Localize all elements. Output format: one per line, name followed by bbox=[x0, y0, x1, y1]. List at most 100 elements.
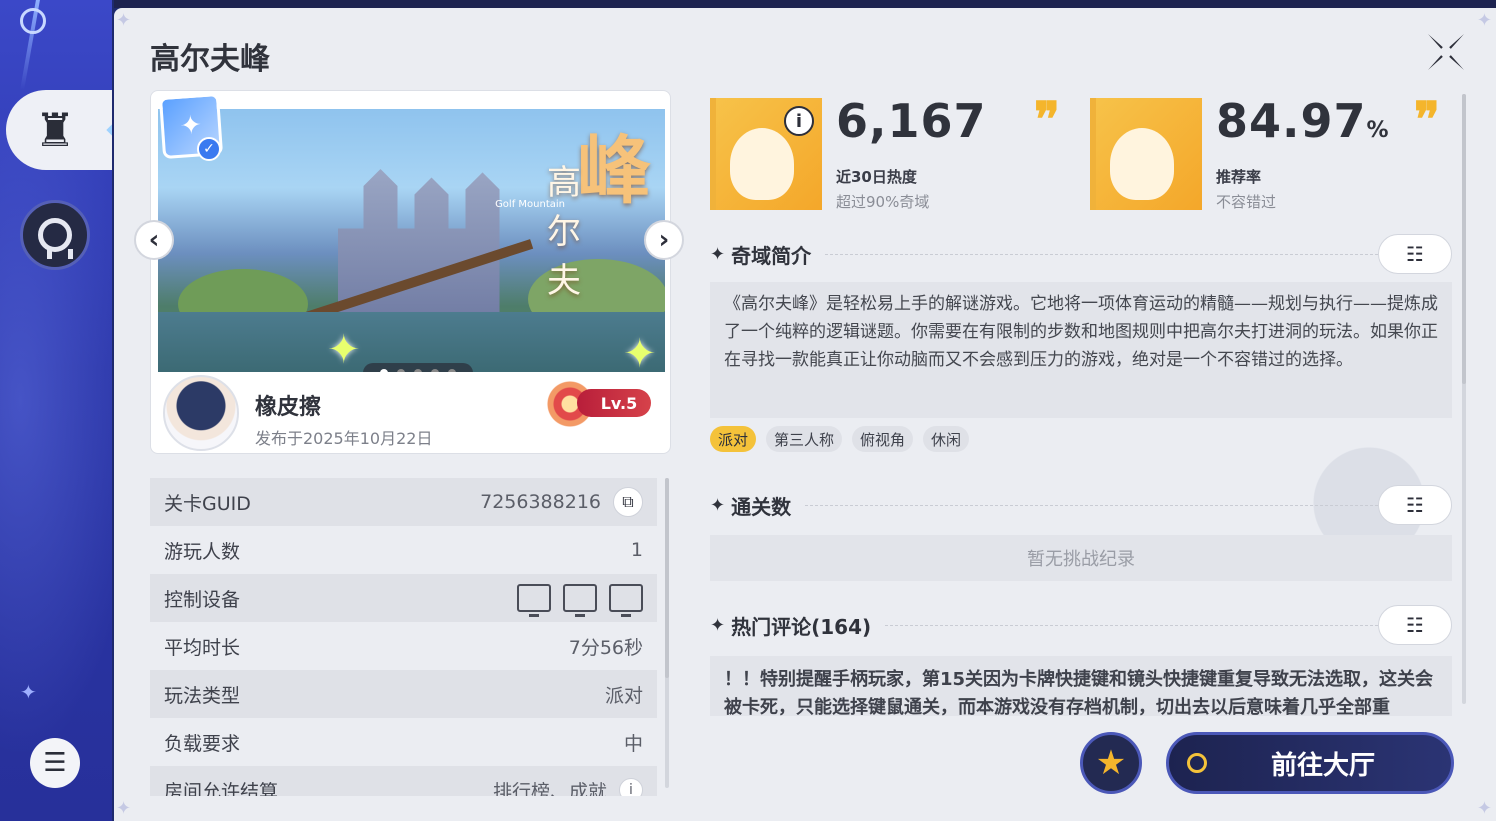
heat-info-button[interactable]: i bbox=[784, 106, 814, 136]
hamburger-icon: ☰ bbox=[43, 748, 67, 778]
level-detail-panel: ✦ ✦ ✦ ✦ 高尔夫峰 高尔夫 峰 Golf Mountain ✦ ✓ ✦ ✦… bbox=[114, 8, 1496, 821]
section-star-icon: ✦ bbox=[710, 614, 726, 636]
author-level: Lv.5 bbox=[577, 389, 651, 417]
section-clears-title: 通关数 bbox=[731, 494, 792, 519]
info-key: 玩法类型 bbox=[164, 684, 241, 707]
carousel-next-button[interactable]: › bbox=[644, 220, 684, 260]
rating-label: 推荐率 bbox=[1216, 168, 1262, 186]
sidebar: ♜ ✦ ☰ bbox=[0, 0, 112, 821]
section-intro-title: 奇域简介 bbox=[731, 243, 812, 268]
info-row-genre: 玩法类型 派对 bbox=[150, 670, 657, 718]
section-comments-header: ✦ 热门评论(164) bbox=[710, 605, 1452, 645]
info-row-players: 游玩人数 1 bbox=[150, 526, 657, 574]
rating-number: 84.97 bbox=[1216, 94, 1367, 148]
star-icon: ★ bbox=[1095, 743, 1127, 783]
level-info-table: 关卡GUID 7256388216 ⧉ 游玩人数 1 控制设备 平均时长 7分5… bbox=[150, 478, 657, 796]
thumbs-up-icon bbox=[1110, 128, 1174, 200]
rating-value: 84.97% bbox=[1216, 94, 1390, 148]
go-to-lobby-button[interactable]: 前往大厅 bbox=[1166, 732, 1454, 794]
cover-image[interactable]: 高尔夫 峰 Golf Mountain bbox=[158, 109, 665, 372]
cover-logo-big: 峰 bbox=[577, 128, 651, 214]
carousel-dot[interactable] bbox=[414, 369, 422, 372]
section-divider bbox=[805, 504, 1438, 506]
touch-icon bbox=[563, 584, 597, 617]
hot-comment[interactable]: ！！特别提醒手柄玩家，第15关因为卡牌快捷键和镜头快捷键重复导致无法选取，这关会… bbox=[710, 656, 1452, 716]
tag[interactable]: 第三人称 bbox=[766, 426, 843, 452]
filter-list-icon: ☷ bbox=[1406, 242, 1424, 266]
copy-guid-button[interactable]: ⧉ bbox=[613, 487, 643, 517]
chess-rook-icon: ♜ bbox=[34, 103, 76, 157]
info-key: 房间允许结算 bbox=[164, 780, 279, 797]
clears-filter-button[interactable]: ☷ bbox=[1378, 485, 1452, 525]
ring-icon bbox=[1187, 753, 1207, 773]
quote-icon: ❞ bbox=[1414, 92, 1440, 148]
info-value: 7256388216 bbox=[480, 491, 601, 513]
info-key: 负载要求 bbox=[164, 732, 241, 755]
info-value: 1 bbox=[630, 539, 643, 561]
author-avatar[interactable] bbox=[163, 375, 239, 451]
carousel-dot[interactable] bbox=[397, 369, 405, 372]
info-row-devices: 控制设备 bbox=[150, 574, 657, 622]
info-row-guid: 关卡GUID 7256388216 ⧉ bbox=[150, 478, 657, 526]
carousel-dot[interactable] bbox=[431, 369, 439, 372]
info-row-avg-time: 平均时长 7分56秒 bbox=[150, 622, 657, 670]
author-name[interactable]: 橡皮擦 bbox=[255, 389, 321, 421]
tag[interactable]: 俯视角 bbox=[852, 426, 914, 452]
carousel-dots bbox=[363, 363, 473, 372]
check-icon: ✓ bbox=[197, 137, 221, 161]
info-row-settlement: 房间允许结算 排行榜、成就 i bbox=[150, 766, 657, 796]
corner-star-icon: ✦ bbox=[116, 798, 132, 819]
corner-star-icon: ✦ bbox=[1476, 10, 1492, 31]
heat-value: 6,167 bbox=[836, 94, 987, 148]
tag[interactable]: 派对 bbox=[710, 426, 757, 452]
filter-list-icon: ☷ bbox=[1406, 493, 1424, 517]
info-key: 关卡GUID bbox=[164, 492, 251, 515]
carousel-dot[interactable] bbox=[380, 369, 388, 372]
rating-unit: % bbox=[1366, 118, 1390, 143]
tag-list: 派对 第三人称 俯视角 休闲 bbox=[710, 426, 970, 452]
info-key: 控制设备 bbox=[164, 588, 241, 611]
chevron-right-icon: › bbox=[658, 225, 670, 255]
author-level-badge: Lv.5 bbox=[547, 381, 657, 427]
heat-sub: 超过90%奇域 bbox=[836, 193, 930, 211]
heat-icon: i bbox=[710, 98, 822, 210]
comments-filter-button[interactable]: ☷ bbox=[1378, 605, 1452, 645]
cover-logo-subtitle: Golf Mountain bbox=[495, 199, 565, 210]
cover-logo-small: 高尔夫 bbox=[547, 163, 581, 301]
intro-filter-button[interactable]: ☷ bbox=[1378, 234, 1452, 274]
menu-button[interactable]: ☰ bbox=[30, 738, 80, 788]
rating-icon bbox=[1090, 98, 1202, 210]
intro-text: 《高尔夫峰》是轻松易上手的解谜游戏。它地将一项体育运动的精髓——规划与执行——提… bbox=[710, 282, 1452, 418]
favorite-button[interactable]: ★ bbox=[1080, 732, 1142, 794]
carousel-prev-button[interactable]: ‹ bbox=[134, 220, 174, 260]
rating-sub: 不容错过 bbox=[1216, 193, 1277, 211]
sparkle-icon: ✦ bbox=[623, 331, 657, 377]
info-key: 游玩人数 bbox=[164, 540, 241, 563]
close-button[interactable] bbox=[1424, 30, 1468, 74]
quote-icon: ❞ bbox=[1034, 92, 1060, 148]
corner-star-icon: ✦ bbox=[116, 10, 132, 31]
carousel-dot[interactable] bbox=[448, 369, 456, 372]
info-value: 中 bbox=[623, 732, 643, 755]
sparkle-icon: ✦ bbox=[327, 327, 361, 373]
content-scrollbar[interactable] bbox=[1462, 94, 1466, 704]
level-card: 高尔夫 峰 Golf Mountain ✦ ✓ ✦ ✦ 橡皮擦 发布于2025年… bbox=[150, 90, 671, 454]
flame-icon bbox=[730, 128, 794, 200]
sidebar-tab-levels[interactable]: ♜ bbox=[6, 90, 112, 170]
info-scrollbar[interactable] bbox=[665, 478, 669, 788]
chevron-left-icon: ‹ bbox=[148, 225, 160, 255]
gamepad-icon bbox=[609, 584, 643, 617]
info-value: 7分56秒 bbox=[568, 636, 643, 659]
page-title: 高尔夫峰 bbox=[150, 42, 270, 77]
clears-empty-state: 暂无挑战纪录 bbox=[710, 535, 1452, 581]
info-value: 排行榜、成就 bbox=[492, 780, 607, 797]
sidebar-tab-achievements[interactable] bbox=[20, 200, 90, 270]
info-row-load: 负载要求 中 bbox=[150, 718, 657, 766]
section-divider bbox=[885, 624, 1438, 626]
cover-logo: 高尔夫 峰 bbox=[547, 111, 651, 301]
section-star-icon: ✦ bbox=[710, 494, 726, 516]
info-icon[interactable]: i bbox=[619, 778, 643, 796]
info-key: 平均时长 bbox=[164, 636, 241, 659]
tag[interactable]: 休闲 bbox=[923, 426, 970, 452]
sidebar-sparkle-icon: ✦ bbox=[20, 680, 37, 704]
